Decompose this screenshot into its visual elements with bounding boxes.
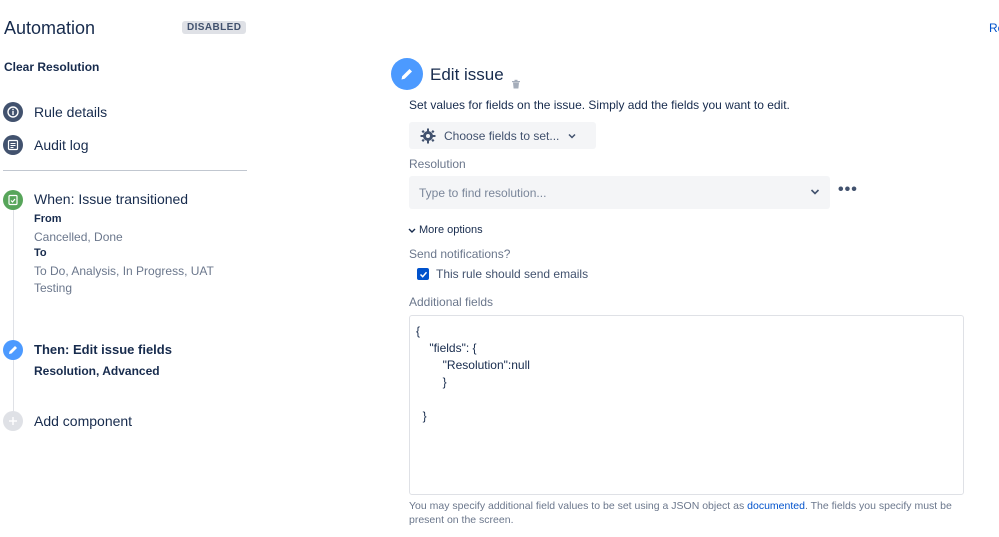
edit-issue-icon — [391, 58, 423, 90]
gear-icon — [420, 128, 436, 143]
top-right-link[interactable]: Re — [989, 21, 999, 35]
page-title: Automation — [4, 18, 96, 38]
action-details: Resolution, Advanced — [34, 364, 160, 378]
info-icon — [3, 102, 23, 122]
choose-fields-button[interactable]: Choose fields to set... — [409, 122, 596, 149]
rule-name: Clear Resolution — [4, 60, 100, 74]
more-options-label: More options — [419, 224, 483, 236]
editor-description: Set values for fields on the issue. Simp… — [409, 98, 790, 112]
send-emails-checkbox-row[interactable]: This rule should send emails — [417, 267, 588, 281]
chevron-down-icon — [408, 228, 416, 233]
sidebar-item-label: Rule details — [34, 104, 108, 120]
trash-icon[interactable] — [510, 78, 522, 90]
status-badge: DISABLED — [182, 21, 247, 34]
chevron-down-icon — [810, 189, 820, 195]
checkbox-checked-icon[interactable] — [417, 268, 429, 280]
sidebar-divider — [3, 170, 247, 171]
trigger-from-label: From — [34, 213, 62, 225]
trigger-to-label: To — [34, 247, 47, 259]
sidebar-item-label: Audit log — [34, 137, 89, 153]
send-notifications-label: Send notifications? — [409, 247, 511, 261]
add-component-button[interactable]: Add component — [34, 413, 132, 429]
additional-fields-label: Additional fields — [409, 295, 494, 309]
choose-fields-label: Choose fields to set... — [444, 128, 560, 143]
resolution-select[interactable]: Type to find resolution... — [409, 176, 830, 209]
more-options-toggle[interactable]: More options — [407, 224, 483, 236]
trigger-from-value: Cancelled, Done — [34, 230, 123, 244]
documented-link[interactable]: documented — [747, 500, 805, 512]
list-icon — [3, 135, 23, 155]
send-emails-label: This rule should send emails — [436, 267, 589, 281]
resolution-placeholder: Type to find resolution... — [419, 185, 547, 200]
chevron-down-icon — [568, 133, 576, 139]
sidebar-item-rule-details[interactable]: Rule details — [3, 102, 107, 122]
resolution-label: Resolution — [409, 157, 466, 171]
timeline-line — [13, 208, 14, 420]
trigger-to-value: To Do, Analysis, In Progress, UAT Testin… — [34, 264, 214, 295]
editor-title: Edit issue — [430, 65, 504, 84]
additional-fields-textarea[interactable]: { "fields": { "Resolution":null } } — [409, 315, 964, 495]
trigger-icon[interactable] — [3, 190, 23, 210]
sidebar-item-audit-log[interactable]: Audit log — [3, 135, 88, 155]
action-title[interactable]: Then: Edit issue fields — [34, 342, 172, 357]
trigger-title[interactable]: When: Issue transitioned — [34, 191, 188, 207]
plus-icon[interactable] — [3, 411, 23, 431]
help-text: You may specify additional field values … — [409, 500, 952, 526]
more-actions-icon[interactable]: ••• — [838, 182, 858, 198]
pencil-icon[interactable] — [3, 340, 23, 360]
